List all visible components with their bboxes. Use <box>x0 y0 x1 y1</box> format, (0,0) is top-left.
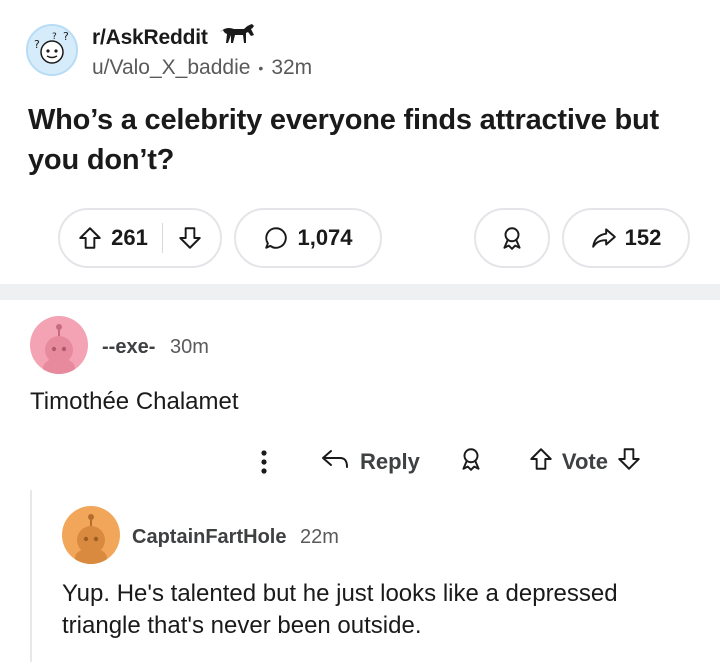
share-icon <box>591 225 617 251</box>
comment-body: Timothée Chalamet <box>30 388 239 415</box>
svg-text:?: ? <box>34 38 40 51</box>
award-button[interactable] <box>474 208 550 268</box>
snoo-avatar-icon <box>43 324 75 374</box>
subreddit-row: r/AskReddit <box>92 22 258 53</box>
award-comment-button[interactable] <box>458 446 484 478</box>
comment-age: 30m <box>170 336 209 358</box>
subreddit-name[interactable]: r/AskReddit <box>92 26 208 50</box>
reply-button[interactable]: Reply <box>320 446 420 478</box>
snoo-avatar-icon <box>75 514 107 564</box>
meta-separator: • <box>258 60 264 76</box>
avatar[interactable] <box>30 316 88 374</box>
more-options-icon[interactable] <box>254 449 274 475</box>
comment-actions: Reply Vote <box>254 440 684 484</box>
upvote-icon[interactable] <box>528 446 554 478</box>
award-icon <box>499 225 525 251</box>
downvote-icon[interactable] <box>616 446 642 478</box>
subreddit-avatar-icon[interactable]: ? ? ? <box>26 24 78 76</box>
post-age: 32m <box>271 56 313 79</box>
vote-separator <box>161 223 163 253</box>
comment-count: 1,074 <box>297 225 353 250</box>
upvote-count: 261 <box>111 225 148 250</box>
post-header: ? ? ? r/AskReddit u/Valo_X_baddie • 32m <box>26 18 706 80</box>
reply-icon <box>320 446 350 478</box>
upvote-icon[interactable] <box>77 225 103 251</box>
comment-author[interactable]: --exe- <box>102 336 155 359</box>
comments-button[interactable]: 1,074 <box>234 208 382 268</box>
comment-body: Yup. He's talented but he just looks lik… <box>62 580 618 639</box>
section-divider <box>0 284 720 300</box>
avatar[interactable] <box>62 506 120 564</box>
vote-group: Vote <box>528 446 642 478</box>
comment-age: 22m <box>300 526 339 548</box>
vote-pill: 261 <box>58 208 222 268</box>
reply-label: Reply <box>360 449 420 474</box>
svg-text:?: ? <box>52 32 57 42</box>
horse-flair-icon <box>216 22 258 53</box>
share-button[interactable]: 152 <box>562 208 690 268</box>
svg-text:?: ? <box>63 30 69 43</box>
thread-line[interactable] <box>30 490 32 662</box>
comment-author[interactable]: CaptainFartHole <box>132 526 286 549</box>
award-icon <box>458 446 484 478</box>
downvote-icon[interactable] <box>177 225 203 251</box>
vote-label: Vote <box>561 449 608 474</box>
share-count: 152 <box>624 225 662 250</box>
post-meta: u/Valo_X_baddie • 32m <box>92 56 312 80</box>
comment-icon <box>263 225 289 251</box>
post-author[interactable]: u/Valo_X_baddie <box>92 56 250 80</box>
post-title[interactable]: Who’s a celebrity everyone finds attract… <box>28 100 688 180</box>
post-action-bar: 261 1,074 152 <box>58 208 698 270</box>
